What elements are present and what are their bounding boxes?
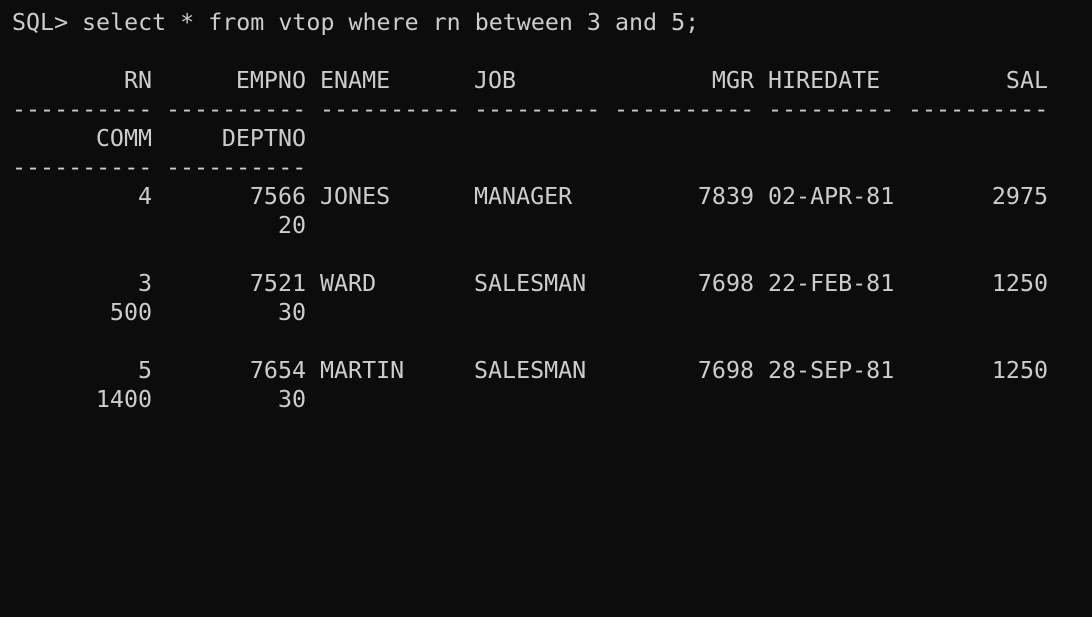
terminal-window[interactable]: SQL> select * from vtop where rn between… xyxy=(12,8,1088,414)
cell-deptno: 20 xyxy=(277,212,306,239)
cell-mgr: 7698 xyxy=(697,357,754,384)
col-header-empno: EMPNO xyxy=(235,67,306,94)
col-header-job: JOB xyxy=(474,67,517,94)
separator: ---------- xyxy=(908,96,1049,123)
cell-comm: 1400 xyxy=(95,386,152,413)
cell-empno: 7521 xyxy=(249,270,306,297)
col-header-ename: ENAME xyxy=(320,67,391,94)
separator: ---------- xyxy=(12,154,153,181)
table-row: 3 7521 WARD SALESMAN 7698 22-FEB-81 1250 xyxy=(12,269,1088,298)
col-header-comm: COMM xyxy=(95,125,152,152)
header-row-1: RN EMPNO ENAME JOB MGR HIREDATE SAL xyxy=(12,66,1088,95)
cell-rn: 5 xyxy=(137,357,152,384)
col-header-sal: SAL xyxy=(1005,67,1048,94)
command-line: SQL> select * from vtop where rn between… xyxy=(12,8,1088,37)
separator: ---------- xyxy=(166,96,307,123)
table-row-cont: 1400 30 xyxy=(12,385,1088,414)
sql-prompt: SQL> xyxy=(12,9,69,36)
cell-comm: 500 xyxy=(109,299,152,326)
cell-deptno: 30 xyxy=(277,299,306,326)
table-row-cont: 20 xyxy=(12,211,1088,240)
separator-row-2: ---------- ---------- xyxy=(12,153,1088,182)
table-row-cont: 500 30 xyxy=(12,298,1088,327)
cell-job: SALESMAN xyxy=(474,357,587,384)
header-row-2: COMM DEPTNO xyxy=(12,124,1088,153)
cell-job: SALESMAN xyxy=(474,270,587,297)
cell-ename: JONES xyxy=(320,183,391,210)
cell-empno: 7566 xyxy=(249,183,306,210)
cell-job: MANAGER xyxy=(474,183,573,210)
col-header-mgr: MGR xyxy=(711,67,754,94)
separator: ---------- xyxy=(12,96,153,123)
separator: --------- xyxy=(768,96,895,123)
table-row: 4 7566 JONES MANAGER 7839 02-APR-81 2975 xyxy=(12,182,1088,211)
separator: ---------- xyxy=(614,96,755,123)
cell-mgr: 7698 xyxy=(697,270,754,297)
separator: ---------- xyxy=(166,154,307,181)
cell-rn: 4 xyxy=(137,183,152,210)
cell-sal: 2975 xyxy=(991,183,1048,210)
cell-mgr: 7839 xyxy=(697,183,754,210)
cell-hiredate: 02-APR-81 xyxy=(768,183,895,210)
cell-sal: 1250 xyxy=(991,270,1048,297)
cell-ename: WARD xyxy=(320,270,377,297)
cell-empno: 7654 xyxy=(249,357,306,384)
cell-hiredate: 28-SEP-81 xyxy=(768,357,895,384)
col-header-rn: RN xyxy=(123,67,152,94)
separator: --------- xyxy=(474,96,601,123)
cell-rn: 3 xyxy=(137,270,152,297)
cell-ename: MARTIN xyxy=(320,357,405,384)
cell-sal: 1250 xyxy=(991,357,1048,384)
separator-row-1: ---------- ---------- ---------- -------… xyxy=(12,95,1088,124)
sql-command: select * from vtop where rn between 3 an… xyxy=(82,9,700,36)
col-header-hiredate: HIREDATE xyxy=(768,67,881,94)
separator: ---------- xyxy=(320,96,461,123)
col-header-deptno: DEPTNO xyxy=(221,125,306,152)
cell-hiredate: 22-FEB-81 xyxy=(768,270,895,297)
cell-deptno: 30 xyxy=(277,386,306,413)
table-row: 5 7654 MARTIN SALESMAN 7698 28-SEP-81 12… xyxy=(12,356,1088,385)
